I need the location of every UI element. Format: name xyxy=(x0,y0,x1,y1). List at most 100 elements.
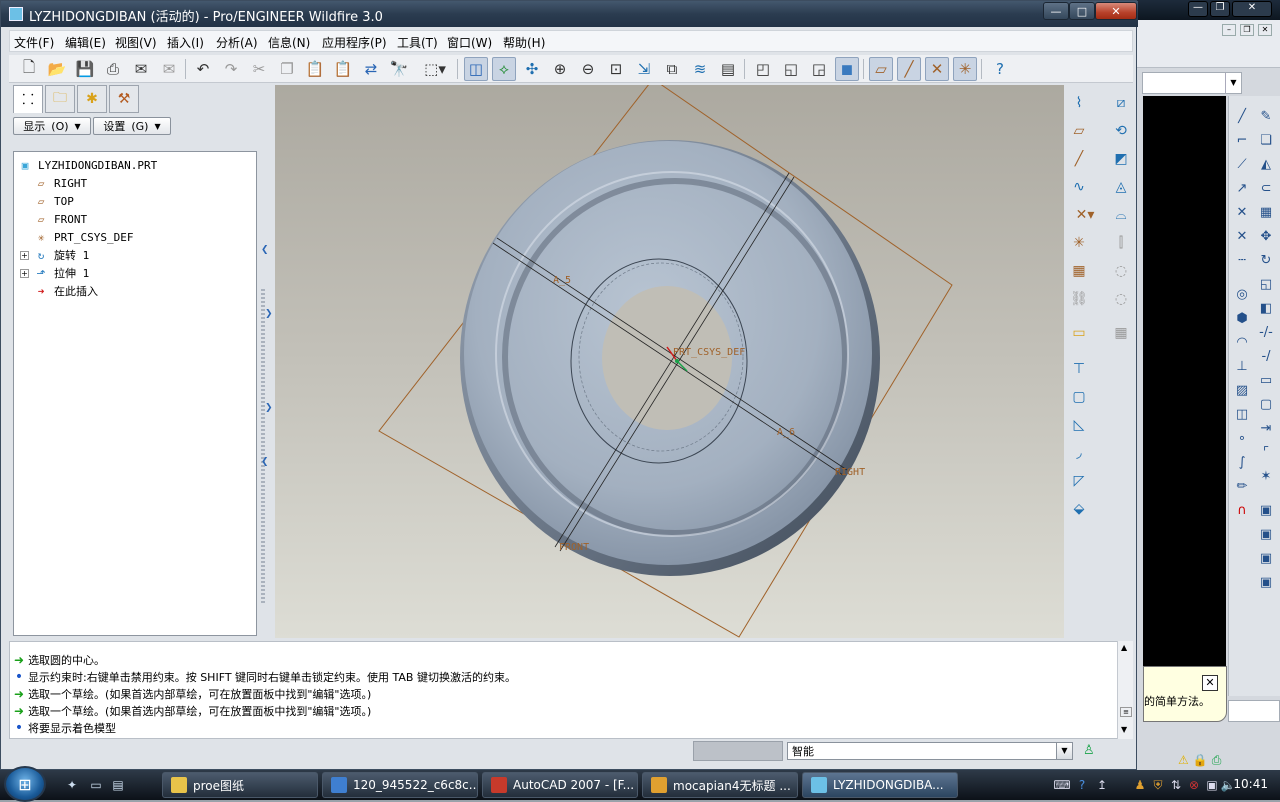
tree-item-csys[interactable]: ✳ PRT_CSYS_DEF xyxy=(34,228,134,246)
print-icon[interactable]: ⎙ xyxy=(101,57,125,81)
taskbar-item[interactable]: proe图纸 xyxy=(162,772,318,798)
quicklaunch-desktop-icon[interactable]: ▭ xyxy=(88,777,104,793)
rib-tool-icon[interactable]: ⊤ xyxy=(1067,357,1091,381)
layer-copy-icon[interactable]: ▣ xyxy=(1255,524,1277,544)
context-help-icon[interactable]: ? xyxy=(988,57,1012,81)
bg-close-button[interactable]: ✕ xyxy=(1232,1,1272,17)
send-mail-icon[interactable]: ✉ xyxy=(129,57,153,81)
rotate-tool-icon[interactable]: ↻ xyxy=(1255,250,1277,270)
view-manager-icon[interactable]: ▤ xyxy=(716,57,740,81)
regenerate-icon[interactable]: ⇄ xyxy=(359,57,383,81)
annotation-tool-icon[interactable]: ▭ xyxy=(1067,321,1091,345)
menu-window[interactable]: 窗口(W) xyxy=(447,34,492,51)
csys-toggle-icon[interactable]: ✳ xyxy=(953,57,977,81)
quicklaunch-ie-icon[interactable]: ✦ xyxy=(64,777,80,793)
explode-tool-icon[interactable]: ✶ xyxy=(1255,466,1277,486)
new-file-icon[interactable]: 🗋 xyxy=(17,57,41,81)
circle-tool-icon[interactable]: ◎ xyxy=(1231,284,1253,304)
sketch-icon[interactable]: ⌇ xyxy=(1067,91,1091,115)
datum-axes-toggle-icon[interactable]: ╱ xyxy=(897,57,921,81)
shading-icon[interactable]: ◼ xyxy=(835,57,859,81)
tree-item-insert-here[interactable]: ➜ 在此插入 xyxy=(34,282,98,300)
hidden-line-icon[interactable]: ◱ xyxy=(779,57,803,81)
mirror-tool-icon[interactable]: ⫿ xyxy=(1109,231,1133,255)
expand-arrow-icon[interactable]: ❯ xyxy=(265,309,273,319)
tree-item-top[interactable]: ▱ TOP xyxy=(34,192,74,210)
favorites-tab[interactable]: ✱ xyxy=(77,85,107,113)
menu-info[interactable]: 信息(N) xyxy=(268,34,310,51)
datum-points-toggle-icon[interactable]: ✕ xyxy=(925,57,949,81)
layers-icon[interactable]: ≋ xyxy=(688,57,712,81)
background-layer-combo[interactable]: ▼ xyxy=(1142,72,1242,94)
user-icon[interactable]: ♟ xyxy=(1132,777,1148,793)
menu-edit[interactable]: 编辑(E) xyxy=(65,34,106,51)
help-icon[interactable]: ? xyxy=(1074,777,1090,793)
no-hidden-icon[interactable]: ◲ xyxy=(807,57,831,81)
expand-icon[interactable]: + xyxy=(20,251,29,260)
region-tool-icon[interactable]: ◫ xyxy=(1231,404,1253,424)
taskbar-item-active[interactable]: LYZHIDONGDIBA... xyxy=(802,772,958,798)
bg-close-doc-button[interactable]: ✕ xyxy=(1258,24,1272,36)
graphics-viewport[interactable]: A_5 A_6 PRT_CSYS_DEF RIGHT FRONT xyxy=(275,85,1064,638)
close-icon[interactable]: ✕ xyxy=(1202,675,1218,691)
hatch-tool-icon[interactable]: ▨ xyxy=(1231,380,1253,400)
tree-item-part[interactable]: ▣ LYZHIDONGDIBAN.PRT xyxy=(18,156,158,174)
close-button[interactable]: ✕ xyxy=(1095,2,1137,20)
merge-tool-icon[interactable]: ◌ xyxy=(1109,259,1133,283)
sketcher-display-icon[interactable]: ◫ xyxy=(464,57,488,81)
navigator-splitter[interactable]: ❮ ❯ ❯ ❮ xyxy=(259,85,273,637)
line-tool-icon[interactable]: ╱ xyxy=(1231,106,1253,126)
folder-browser-tab[interactable]: 🗀 xyxy=(45,85,75,113)
tree-item-front[interactable]: ▱ FRONT xyxy=(34,210,87,228)
selection-box-icon[interactable]: ⬚▾ xyxy=(417,57,453,81)
csys-tool-icon[interactable]: ✳ xyxy=(1067,231,1091,255)
datum-point-tool-icon[interactable]: ✕▾ xyxy=(1067,203,1103,227)
copy-icon[interactable]: ❐ xyxy=(275,57,299,81)
message-scrollbar[interactable]: ▲ ≡ ▼ xyxy=(1117,641,1133,739)
fillet-tool-icon[interactable]: ⌜ xyxy=(1255,442,1277,462)
scroll-thumb[interactable]: ≡ xyxy=(1120,707,1132,717)
boundary-blend-icon[interactable]: ⌓ xyxy=(1109,203,1133,227)
chevron-down-icon[interactable]: ▼ xyxy=(1056,743,1072,759)
polyline-tool-icon[interactable]: ⌐ xyxy=(1231,130,1253,150)
keyboard-icon[interactable]: ⌨ xyxy=(1053,777,1070,793)
spline-tool-icon[interactable]: ∫ xyxy=(1231,452,1253,472)
chamfer-tool-icon[interactable]: ◸ xyxy=(1067,469,1091,493)
scroll-up-icon[interactable]: ▲ xyxy=(1121,643,1127,652)
tree-item-extrude[interactable]: ⬏ 拉伸 1 xyxy=(34,264,89,282)
tray-arrow-icon[interactable]: ↥ xyxy=(1094,777,1110,793)
safely-remove-icon[interactable]: ⊗ xyxy=(1186,777,1202,793)
redo-icon[interactable]: ↷ xyxy=(219,57,243,81)
layer-stack-icon[interactable]: ▣ xyxy=(1255,548,1277,568)
paste-icon[interactable]: 📋 xyxy=(303,57,327,81)
menu-analysis[interactable]: 分析(A) xyxy=(216,34,258,51)
magnet-icon[interactable]: ∩ xyxy=(1231,500,1253,520)
copy-geom-icon[interactable]: ⛓ xyxy=(1067,287,1091,311)
extrude-tool-icon[interactable]: ◩ xyxy=(1109,147,1133,171)
zoom-out-icon[interactable]: ⊖ xyxy=(576,57,600,81)
quicklaunch-switch-icon[interactable]: ▤ xyxy=(110,777,126,793)
arc-tool-icon[interactable]: ◠ xyxy=(1231,332,1253,352)
selection-filter-select[interactable]: 智能 ▼ xyxy=(787,742,1073,760)
round-tool-icon[interactable]: ◞ xyxy=(1067,441,1091,465)
trim-tool-icon[interactable]: ◌ xyxy=(1109,287,1133,311)
connections-tab[interactable]: ⚒ xyxy=(109,85,139,113)
save-icon[interactable]: 💾 xyxy=(73,57,97,81)
bg-restore-button[interactable]: ❐ xyxy=(1210,1,1230,17)
zoom-in-icon[interactable]: ⊕ xyxy=(548,57,572,81)
lock-icon[interactable]: 🔒 xyxy=(1193,753,1208,767)
collapse-arrow-icon[interactable]: ❮ xyxy=(261,457,269,467)
taskbar-item[interactable]: AutoCAD 2007 - [F... xyxy=(482,772,638,798)
plot-icon[interactable]: ⎙ xyxy=(1212,753,1222,768)
clock[interactable]: 10:41 xyxy=(1233,777,1268,791)
open-folder-icon[interactable]: 📂 xyxy=(45,57,69,81)
display-icon[interactable]: ▣ xyxy=(1204,777,1220,793)
menu-view[interactable]: 视图(V) xyxy=(115,34,157,51)
cross-tool-icon[interactable]: ✕ xyxy=(1231,202,1253,222)
paste-special-icon[interactable]: 📋 xyxy=(331,57,355,81)
security-icon[interactable]: ⛨ xyxy=(1150,777,1166,793)
copy-tool-icon[interactable]: ❏ xyxy=(1255,130,1277,150)
intersect-tool-icon[interactable]: ✕ xyxy=(1231,226,1253,246)
bg-restore-doc-button[interactable]: ❐ xyxy=(1240,24,1254,36)
find-icon[interactable]: 🔭 xyxy=(387,57,411,81)
